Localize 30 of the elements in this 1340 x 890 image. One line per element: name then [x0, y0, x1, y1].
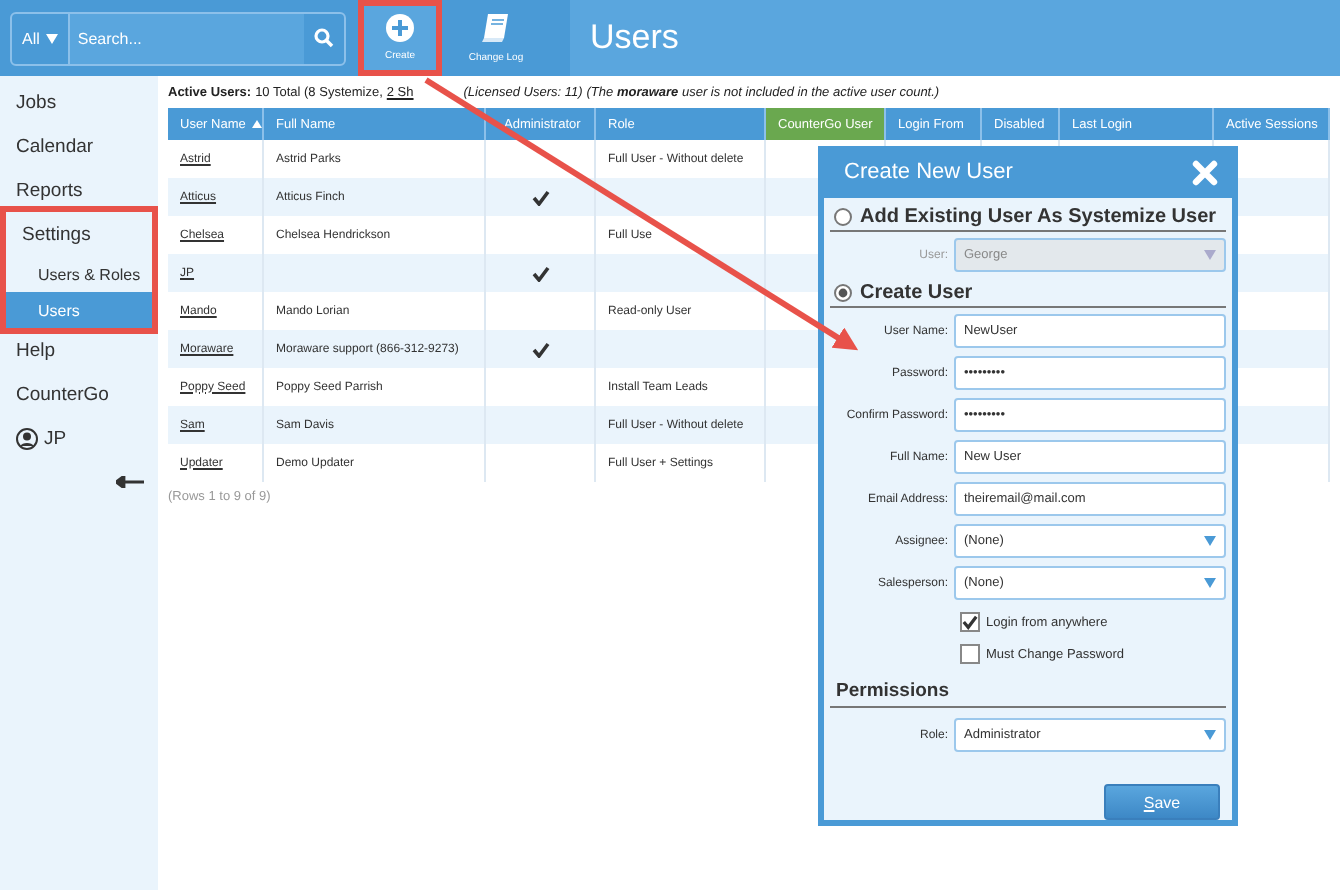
check-icon: [531, 189, 549, 205]
dialog-title: Create New User: [844, 160, 1013, 184]
sidebar-item[interactable]: Jobs: [0, 80, 158, 124]
caret-icon: [1204, 536, 1216, 546]
plus-circle-icon: [386, 14, 414, 42]
radio-option[interactable]: Add Existing User As Systemize User: [830, 204, 1226, 232]
book-icon: [480, 12, 512, 44]
sort-icon: [251, 120, 262, 128]
user-menu[interactable]: JP: [0, 416, 158, 460]
sidebar-item[interactable]: Calendar: [0, 124, 158, 168]
page-title: Users: [570, 0, 1340, 76]
close-icon[interactable]: [1192, 159, 1218, 185]
radio-option[interactable]: Create User: [830, 280, 1226, 308]
search-input[interactable]: Search...: [69, 13, 304, 63]
sidebar-item[interactable]: Settings: [6, 212, 152, 256]
sidebar-item[interactable]: CounterGo: [0, 372, 158, 416]
sidebar-item[interactable]: Reports: [0, 168, 158, 212]
sidebar-subitem[interactable]: Users & Roles: [6, 256, 152, 292]
check-icon: [531, 265, 549, 281]
caret-icon: [1204, 578, 1216, 588]
sidebar-item[interactable]: Help: [0, 328, 158, 372]
back-arrow-icon[interactable]: [116, 476, 144, 488]
search-icon: [314, 28, 334, 48]
section-heading: Permissions: [830, 676, 1226, 708]
check-icon: [531, 341, 549, 357]
check-icon: [962, 614, 978, 630]
caret-icon: [45, 33, 58, 43]
user-avatar-icon: [16, 427, 38, 449]
caret-icon: [1204, 250, 1216, 260]
caret-icon: [1204, 730, 1216, 740]
